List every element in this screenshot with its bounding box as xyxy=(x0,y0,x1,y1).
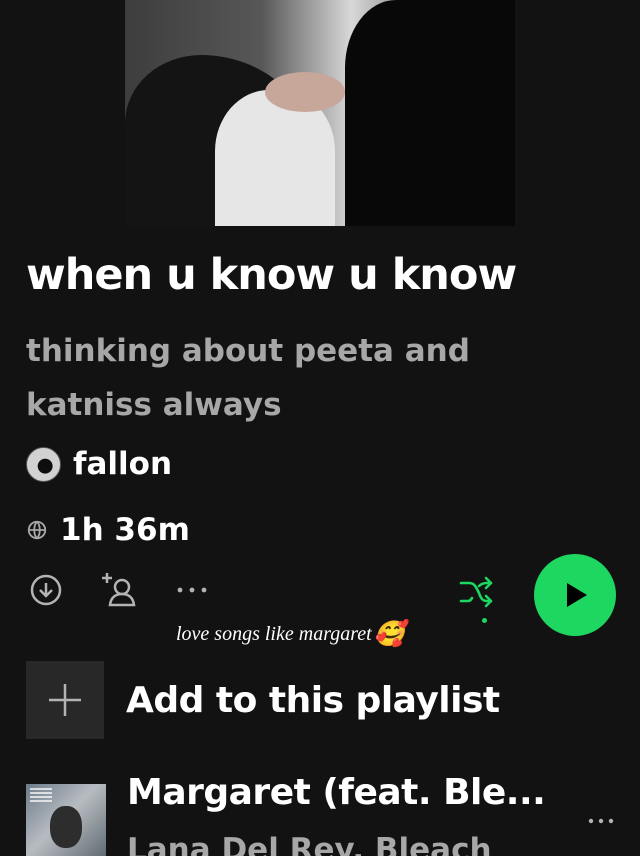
shuffle-button[interactable] xyxy=(456,572,496,612)
add-user-button[interactable] xyxy=(100,570,140,610)
album-art-text-block xyxy=(30,788,52,804)
caption-text: love songs like margaret xyxy=(176,623,372,645)
action-row xyxy=(26,554,616,636)
playlist-screen: when u know u know thinking about peeta … xyxy=(0,0,640,856)
playlist-description: thinking about peeta and katniss always xyxy=(26,333,470,424)
duration-text: 1h 36m xyxy=(60,512,190,548)
add-to-playlist-row[interactable]: Add to this playlist xyxy=(26,660,606,740)
track-title: Margaret (feat. Ble... xyxy=(127,772,546,813)
play-button[interactable] xyxy=(534,554,616,636)
playlist-owner[interactable]: fallon xyxy=(26,442,172,486)
owner-name[interactable]: fallon xyxy=(73,446,172,482)
cover-figure-right xyxy=(345,0,515,226)
overlay-caption: love songs like margaret 🥰 xyxy=(176,620,405,649)
add-to-playlist-plus-box[interactable] xyxy=(26,661,104,739)
play-icon xyxy=(567,583,587,607)
album-art-figure xyxy=(50,806,82,848)
playlist-title: when u know u know xyxy=(26,250,517,300)
add-user-icon xyxy=(102,573,136,607)
track-album-art xyxy=(26,784,106,856)
more-icon xyxy=(588,818,614,824)
track-row[interactable]: Margaret (feat. Ble... Lana Del Rey, Ble… xyxy=(26,770,616,856)
smiling-face-hearts-icon: 🥰 xyxy=(373,621,405,648)
add-to-playlist-label[interactable]: Add to this playlist xyxy=(126,680,500,721)
download-icon xyxy=(30,574,62,606)
more-icon xyxy=(177,587,207,593)
more-options-button[interactable] xyxy=(172,570,212,610)
shuffle-active-dot xyxy=(482,618,487,623)
playlist-duration: 1h 36m xyxy=(26,508,190,552)
track-artist: Lana Del Rey, Bleach xyxy=(127,832,492,856)
track-more-button[interactable] xyxy=(586,806,616,836)
download-button[interactable] xyxy=(26,570,66,610)
playlist-cover-image xyxy=(125,0,515,226)
globe-icon xyxy=(27,520,47,540)
owner-avatar[interactable] xyxy=(26,446,61,482)
plus-icon xyxy=(49,684,81,716)
cover-hand xyxy=(265,72,345,112)
shuffle-icon xyxy=(459,576,493,608)
